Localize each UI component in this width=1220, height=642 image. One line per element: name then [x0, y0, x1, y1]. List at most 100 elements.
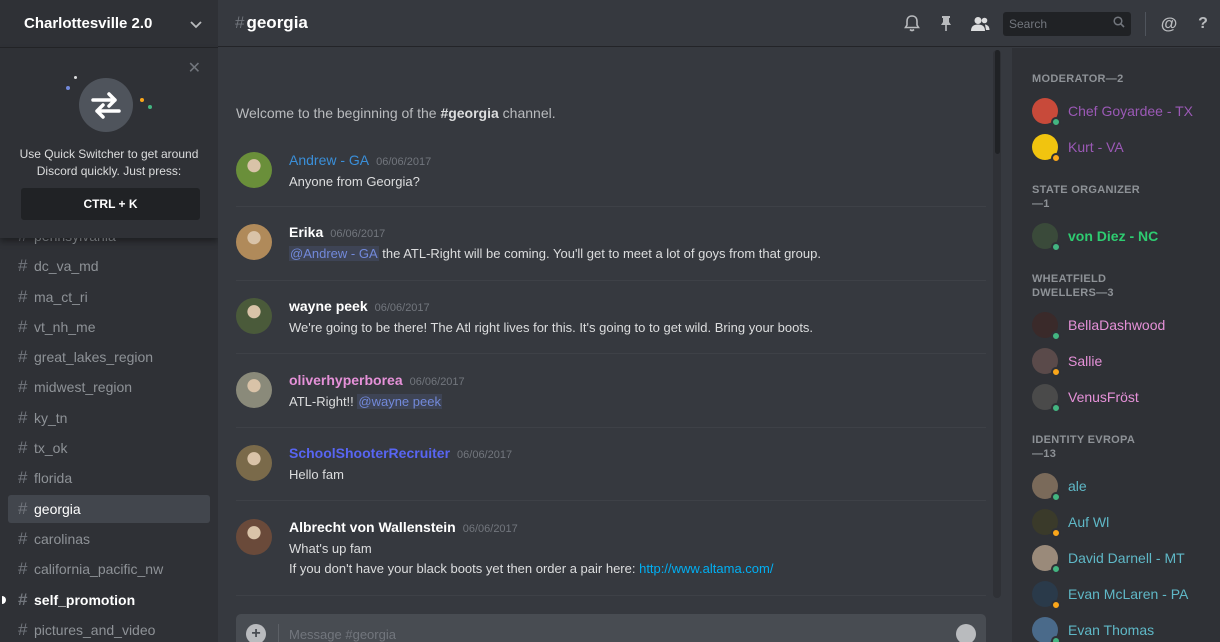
member-name: VenusFröst: [1068, 389, 1139, 405]
message-author[interactable]: Erika: [289, 224, 323, 240]
message-author[interactable]: SchoolShooterRecruiter: [289, 445, 450, 461]
scrollbar-thumb[interactable]: [995, 50, 1000, 154]
member-item[interactable]: von Diez - NC: [1012, 218, 1220, 254]
quick-switcher-popup: ✕ Use Quick Switcher to get around Disco…: [0, 48, 218, 238]
hash-icon: #: [18, 407, 28, 427]
channel-item[interactable]: # ma_ct_ri: [8, 283, 210, 311]
member-item[interactable]: BellaDashwood: [1012, 307, 1220, 343]
message: wayne peek 06/06/2017 We're going to be …: [236, 298, 986, 338]
role-header: MODERATOR—2: [1032, 73, 1124, 85]
member-item[interactable]: Auf Wl: [1012, 504, 1220, 540]
avatar: [1032, 384, 1061, 413]
avatar: [1032, 581, 1061, 610]
message-divider: [236, 427, 986, 428]
message-input[interactable]: Message #georgia: [289, 624, 956, 642]
member-item[interactable]: Evan McLaren - PA: [1012, 576, 1220, 612]
message-author[interactable]: oliverhyperborea: [289, 372, 403, 388]
user-mention[interactable]: @Andrew - GA: [289, 246, 379, 261]
avatar[interactable]: [236, 372, 272, 408]
status-indicator: [1051, 403, 1061, 413]
member-item[interactable]: ale: [1012, 468, 1220, 504]
quick-switcher-icon: [79, 78, 133, 132]
member-item[interactable]: Chef Goyardee - TX: [1012, 93, 1220, 129]
sparkle-icon: [66, 86, 70, 90]
channel-item[interactable]: # ky_tn: [8, 404, 210, 432]
channel-item[interactable]: # midwest_region: [8, 373, 210, 401]
channel-item[interactable]: # great_lakes_region: [8, 343, 210, 371]
message-author[interactable]: wayne peek: [289, 298, 368, 314]
status-indicator: [1051, 600, 1061, 610]
message-link[interactable]: http://www.altama.com/: [639, 561, 773, 576]
add-attachment-button[interactable]: +: [246, 624, 266, 642]
status-indicator: [1051, 564, 1061, 574]
server-name: Charlottesville 2.0: [24, 15, 153, 32]
message-author[interactable]: Albrecht von Wallenstein: [289, 519, 456, 535]
members-icon[interactable]: [963, 16, 997, 32]
message-text-body: the ATL-Right will be coming. You'll get…: [378, 246, 821, 261]
bell-icon[interactable]: [895, 15, 929, 32]
welcome-suffix: channel.: [498, 105, 556, 121]
hash-icon: #: [18, 528, 28, 548]
member-item[interactable]: Evan Thomas: [1012, 612, 1220, 642]
member-name: Sallie: [1068, 353, 1103, 369]
channel-name: pictures_and_video: [34, 621, 156, 638]
avatar[interactable]: [236, 445, 272, 481]
member-name: Auf Wl: [1068, 514, 1110, 530]
avatar: [1032, 545, 1061, 574]
channel-name: vt_nh_me: [34, 318, 96, 335]
sparkle-icon: [148, 105, 152, 109]
message-timestamp: 06/06/2017: [462, 523, 518, 535]
channel-item[interactable]: # self_promotion: [2, 586, 210, 614]
chevron-down-icon[interactable]: [190, 16, 202, 32]
message-timestamp: 06/06/2017: [376, 156, 432, 168]
sparkle-icon: [140, 98, 144, 102]
message-author[interactable]: Andrew - GA: [289, 152, 369, 168]
hash-icon: #: [18, 377, 28, 397]
channel-name: dc_va_md: [34, 258, 99, 275]
member-name: Chef Goyardee - TX: [1068, 103, 1194, 119]
channel-name: carolinas: [34, 530, 91, 547]
status-indicator: [1051, 331, 1061, 341]
channel-item[interactable]: # dc_va_md: [8, 252, 210, 280]
channel-item[interactable]: # carolinas: [8, 525, 210, 553]
member-item[interactable]: Kurt - VA: [1012, 129, 1220, 165]
message-text-body: ATL-Right!!: [289, 394, 358, 409]
member-item[interactable]: VenusFröst: [1012, 379, 1220, 415]
channel-item[interactable]: # georgia: [8, 494, 210, 523]
channel-name: great_lakes_region: [34, 349, 154, 366]
avatar[interactable]: [236, 152, 272, 188]
welcome-prefix: Welcome to the beginning of the: [236, 105, 441, 121]
channel-name: georgia: [34, 500, 81, 517]
avatar: [1032, 348, 1061, 377]
emoji-icon[interactable]: [956, 624, 976, 642]
message-timestamp: 06/06/2017: [457, 449, 513, 461]
user-mention[interactable]: @wayne peek: [357, 394, 442, 409]
close-icon[interactable]: ✕: [188, 58, 201, 78]
status-indicator: [1051, 528, 1061, 538]
pin-icon[interactable]: [929, 15, 963, 32]
status-indicator: [1051, 492, 1061, 502]
member-item[interactable]: David Darnell - MT: [1012, 540, 1220, 576]
at-icon[interactable]: @: [1152, 14, 1186, 34]
role-header: STATE ORGANIZER—1: [1032, 184, 1140, 210]
avatar[interactable]: [236, 224, 272, 260]
avatar[interactable]: [236, 298, 272, 334]
message-divider: [236, 500, 986, 501]
server-header[interactable]: Charlottesville 2.0: [0, 0, 218, 48]
message-text: Anyone from Georgia?: [289, 174, 420, 189]
header-toolbar: Search @ ?: [895, 0, 1220, 47]
avatar: [1032, 473, 1061, 502]
help-icon[interactable]: ?: [1186, 15, 1220, 33]
message-timestamp: 06/06/2017: [330, 228, 386, 240]
channel-item[interactable]: # tx_ok: [8, 434, 210, 462]
channel-item[interactable]: # pictures_and_video: [8, 616, 210, 642]
channel-item[interactable]: # california_pacific_nw: [8, 555, 210, 583]
shortcut-key-button[interactable]: CTRL + K: [21, 188, 200, 220]
avatar: [1032, 223, 1061, 252]
search-input[interactable]: Search: [1003, 11, 1131, 36]
channel-item[interactable]: # florida: [8, 464, 210, 492]
avatar: [1032, 134, 1061, 163]
channel-item[interactable]: # vt_nh_me: [8, 313, 210, 341]
member-item[interactable]: Sallie: [1012, 343, 1220, 379]
avatar[interactable]: [236, 519, 272, 555]
